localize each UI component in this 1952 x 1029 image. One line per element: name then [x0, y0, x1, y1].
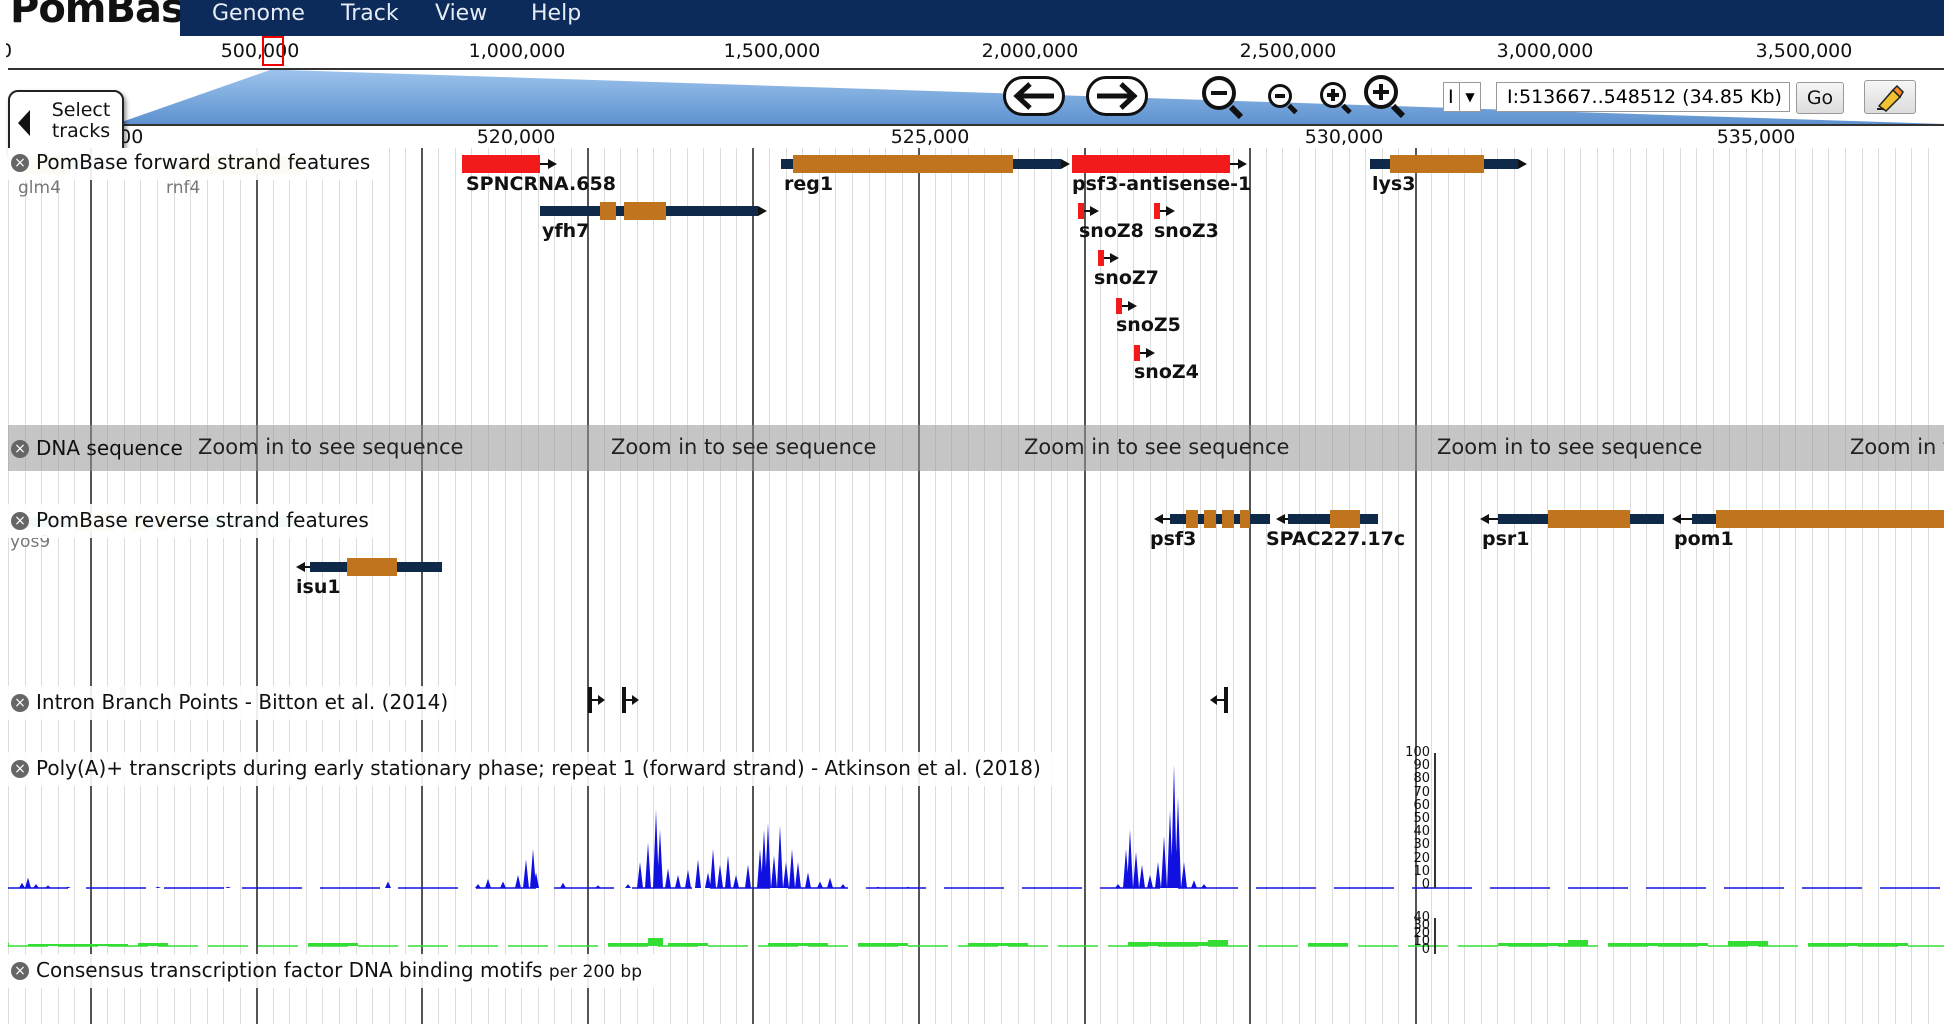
dna-zoom-message: Zoom in to see sequence — [611, 435, 877, 459]
dna-zoom-message: Zoom in to see sequence — [1850, 435, 1944, 459]
close-icon[interactable]: × — [11, 760, 29, 778]
menu-track[interactable]: Track — [341, 0, 399, 30]
feature-label: lys3 — [1372, 173, 1416, 195]
feature-label: glm4 — [18, 178, 61, 198]
pombase-logo[interactable]: PomBase — [8, 0, 180, 36]
feature-label: SPAC227.17c — [1266, 528, 1406, 550]
tf-y-axis — [1434, 918, 1436, 954]
tf-motif-plot — [8, 938, 1944, 947]
feature-spncrna-658[interactable] — [462, 155, 540, 173]
track-label-tf[interactable]: × Consensus transcription factor DNA bin… — [8, 954, 656, 988]
feature-label: SPNCRNA.658 — [466, 173, 616, 195]
menu-view[interactable]: View — [435, 0, 487, 30]
menu-bar: PomBase Genome Track View Help — [8, 0, 1944, 36]
strand-arrow-icon — [1061, 159, 1070, 169]
zoom-in-small-button[interactable] — [1320, 82, 1352, 115]
overview-tick: 2,000,000 — [981, 40, 1079, 62]
detail-tick: 535,000 — [1716, 126, 1796, 148]
select-tracks-label: Select — [51, 99, 111, 121]
strand-arrow-icon — [1146, 348, 1155, 358]
feature-label: yfh7 — [542, 220, 590, 242]
strand-arrow-icon — [1166, 206, 1175, 216]
detail-tick: 530,000 — [1304, 126, 1384, 148]
overview-ruler[interactable]: 0 500,000 1,000,000 1,500,000 2,000,000 … — [6, 36, 1944, 70]
tf-motif-bar — [1208, 940, 1228, 946]
arrow-left-icon — [1013, 82, 1054, 110]
track-label-forward[interactable]: × PomBase forward strand features — [8, 148, 385, 180]
strand-arrow-icon — [758, 206, 767, 216]
overview-tick: 3,500,000 — [1755, 40, 1853, 62]
highlight-button[interactable] — [1864, 80, 1916, 114]
feature-label: pom1 — [1674, 528, 1734, 550]
track-label-dna[interactable]: × DNA sequence — [8, 432, 197, 466]
overview-location-box[interactable] — [262, 36, 284, 66]
polya-y-tick: 0 — [1421, 877, 1430, 892]
tf-motif-bar — [648, 938, 663, 946]
zoom-in-big-button[interactable] — [1364, 75, 1406, 119]
location-input[interactable]: I:513667..548512 (34.85 Kb) — [1496, 82, 1790, 112]
overview-tick: 3,000,000 — [1496, 40, 1594, 62]
arrow-left-icon — [18, 110, 30, 136]
feature-psf3-antisense-1[interactable] — [1072, 155, 1230, 173]
feature-label: snoZ8 — [1079, 220, 1144, 242]
zoom-out-small-button[interactable] — [1268, 84, 1298, 115]
detail-tick: 520,000 — [476, 126, 556, 148]
strand-arrow-icon — [1090, 206, 1099, 216]
feature-label: psr1 — [1482, 528, 1530, 550]
tf-y-tick: 0 — [1421, 942, 1430, 957]
zoom-out-big-button[interactable] — [1202, 76, 1244, 120]
menu-genome[interactable]: Genome — [212, 0, 305, 30]
feature-psf3[interactable] — [1170, 514, 1270, 524]
close-icon[interactable]: × — [11, 512, 29, 530]
dna-zoom-message: Zoom in to see sequence — [1437, 435, 1703, 459]
pan-left-button[interactable] — [1003, 76, 1065, 116]
track-label-polya[interactable]: × Poly(A)+ transcripts during early stat… — [8, 752, 1055, 786]
feature-label: snoZ7 — [1094, 267, 1159, 289]
overview-tick: 1,500,000 — [723, 40, 821, 62]
strand-arrow-icon — [548, 159, 557, 169]
feature-label: snoZ5 — [1116, 314, 1181, 336]
feature-label: reg1 — [784, 173, 834, 195]
close-icon[interactable]: × — [11, 962, 29, 980]
close-icon[interactable]: × — [11, 440, 29, 458]
strand-arrow-icon — [1128, 301, 1137, 311]
feature-label: psf3 — [1150, 528, 1197, 550]
dna-zoom-message: Zoom in to see sequence — [198, 435, 464, 459]
dna-zoom-message: Zoom in to see sequence — [1024, 435, 1290, 459]
feature-label: snoZ3 — [1154, 220, 1219, 242]
strand-arrow-icon — [598, 695, 605, 705]
pan-right-button[interactable] — [1086, 76, 1148, 116]
strand-arrow-icon — [1518, 159, 1527, 169]
track-area[interactable]: Zoom in to see sequence Zoom in to see s… — [8, 148, 1944, 1024]
feature-label: snoZ4 — [1134, 361, 1199, 383]
close-icon[interactable]: × — [11, 694, 29, 712]
menu-help[interactable]: Help — [531, 0, 581, 30]
detail-ruler[interactable]: 515,000 520,000 525,000 530,000 535,000 — [8, 124, 1944, 150]
overview-tick: 0 — [0, 40, 13, 62]
tf-motif-bar — [1568, 940, 1588, 946]
feature-label: isu1 — [296, 576, 341, 598]
feature-label: psf3-antisense-1 — [1072, 173, 1252, 195]
go-button[interactable]: Go — [1796, 82, 1844, 114]
overview-tick: 500,000 — [220, 40, 300, 62]
highlighter-icon — [1877, 84, 1904, 112]
track-label-reverse[interactable]: × PomBase reverse strand features — [8, 504, 383, 538]
branch-point-marker[interactable] — [1224, 687, 1228, 713]
chromosome-select[interactable]: I ▼ — [1443, 82, 1481, 112]
strand-arrow-icon — [632, 695, 639, 705]
arrow-right-icon — [1097, 82, 1138, 110]
chevron-down-icon: ▼ — [1459, 83, 1480, 111]
strand-arrow-icon — [1110, 253, 1119, 263]
track-label-intron[interactable]: × Intron Branch Points - Bitton et al. (… — [8, 686, 463, 720]
close-icon[interactable]: × — [11, 154, 29, 172]
overview-tick: 2,500,000 — [1239, 40, 1337, 62]
select-tracks-label: tracks — [51, 120, 111, 142]
detail-tick: 525,000 — [890, 126, 970, 148]
overview-tick: 1,000,000 — [468, 40, 566, 62]
polya-y-axis — [1434, 753, 1436, 888]
strand-arrow-icon — [1238, 159, 1247, 169]
feature-label: rnf4 — [166, 178, 201, 198]
